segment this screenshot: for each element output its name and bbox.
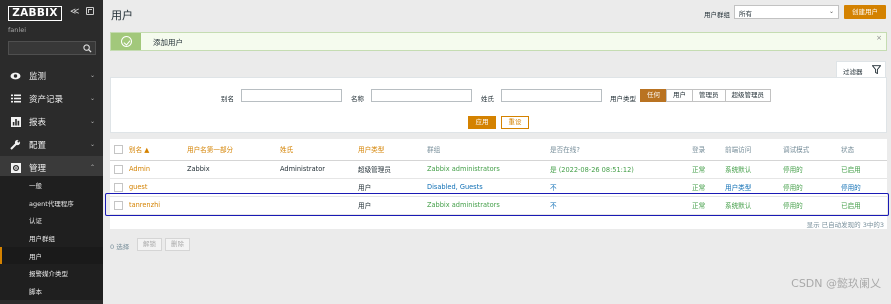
zabbix-logo[interactable]: ZABBIX — [8, 6, 62, 21]
user-status-link[interactable]: 已启用 — [841, 160, 887, 178]
sidebar-header: ZABBIX ≪ — [0, 0, 103, 25]
user-alias-link[interactable]: Admin — [129, 160, 187, 178]
success-message: 添加用户 × — [110, 32, 887, 51]
delete-button[interactable]: 删除 — [165, 238, 190, 251]
name-filter-label: 名称 — [351, 95, 364, 103]
user-name-cell: Zabbix — [187, 165, 210, 173]
wrench-icon — [10, 139, 21, 150]
menu-label: 报表 — [29, 117, 47, 128]
main-content: 用户 用户群组 所有 ⌄ 创建用户 添加用户 × 过滤器 别名 名称 姓氏 用户… — [103, 0, 891, 304]
table-row: Admin Zabbix Administrator 超级管理员 Zabbix … — [110, 160, 887, 178]
sidebar-search-input[interactable] — [8, 41, 96, 55]
page-title: 用户 — [111, 9, 133, 22]
collapse-sidebar-icon[interactable]: ≪ — [70, 7, 79, 17]
user-type-option-any[interactable]: 任何 — [640, 89, 667, 102]
chevron-down-icon: ⌄ — [828, 8, 834, 15]
submenu-item-scripts[interactable]: 脚本 — [0, 282, 103, 300]
name-filter-input[interactable] — [371, 89, 472, 102]
user-type-filter-label: 用户类型 — [610, 95, 636, 103]
success-icon-box — [111, 33, 141, 50]
submenu-item-media-types[interactable]: 报警媒介类型 — [0, 264, 103, 282]
column-header-debug-mode: 调试模式 — [783, 139, 841, 161]
submenu-item-user-groups[interactable]: 用户群组 — [0, 229, 103, 247]
main-menu: 监测 ⌄ 资产记录 ⌄ 报表 ⌄ 配置 ⌄ 管理 ⌃ — [0, 64, 103, 179]
user-group-label: 用户群组 — [704, 11, 730, 19]
menu-label: 监测 — [29, 71, 47, 82]
table-record-count: 显示 已自动发现的 3中的3 — [806, 221, 884, 229]
apply-button[interactable]: 应用 — [468, 116, 496, 129]
column-header-user-type[interactable]: 用户类型 — [358, 139, 427, 161]
eye-icon — [10, 70, 21, 81]
kiosk-mode-icon[interactable] — [86, 7, 94, 15]
menu-item-reports[interactable]: 报表 ⌄ — [0, 110, 103, 133]
table-header-row: 别名 ▲ 用户名第一部分 姓氏 用户类型 群组 是否在线? 登录 前端访问 调试… — [110, 139, 887, 161]
chevron-down-icon: ⌄ — [89, 118, 95, 125]
check-circle-icon — [121, 36, 132, 47]
column-header-status: 状态 — [841, 139, 887, 161]
chevron-down-icon: ⌄ — [89, 72, 95, 79]
column-header-name[interactable]: 用户名第一部分 — [187, 139, 280, 161]
user-type-segmented-control: 任何 用户 管理员 超级管理员 — [640, 89, 771, 102]
chevron-down-icon: ⌄ — [89, 141, 95, 148]
column-header-frontend-access: 前端访问 — [725, 139, 783, 161]
row-checkbox-cell — [110, 160, 129, 178]
filter-panel: 别名 名称 姓氏 用户类型 任何 用户 管理员 超级管理员 应用 重设 — [110, 77, 887, 133]
alias-filter-input[interactable] — [241, 89, 342, 102]
chevron-up-icon: ⌃ — [89, 164, 95, 171]
submenu-item-authentication[interactable]: 认证 — [0, 211, 103, 229]
user-login-cell: 正常 — [692, 166, 706, 174]
unblock-button[interactable]: 解锁 — [137, 238, 162, 251]
row-checkbox[interactable] — [114, 182, 123, 192]
create-user-button[interactable]: 创建用户 — [844, 5, 886, 19]
menu-label: 管理 — [29, 163, 47, 174]
alias-filter-label: 别名 — [221, 95, 234, 103]
submenu-item-proxies[interactable]: agent代理程序 — [0, 194, 103, 212]
selected-count: 0 选择 — [110, 243, 130, 251]
highlighted-row-outline — [105, 193, 889, 216]
column-header-groups: 群组 — [427, 139, 550, 161]
submenu-item-general[interactable]: 一般 — [0, 176, 103, 194]
list-icon — [10, 93, 21, 104]
surname-filter-label: 姓氏 — [481, 95, 494, 103]
chevron-down-icon: ⌄ — [89, 95, 95, 102]
user-group-select[interactable]: 所有 ⌄ — [734, 5, 839, 19]
select-all-cell — [110, 139, 129, 161]
column-header-surname[interactable]: 姓氏 — [280, 139, 358, 161]
close-icon[interactable]: × — [876, 34, 882, 42]
watermark: CSDN @懿玖阑乂 — [791, 277, 881, 290]
menu-item-configuration[interactable]: 配置 ⌄ — [0, 133, 103, 156]
filter-tab-label: 过滤器 — [843, 68, 863, 76]
column-header-login: 登录 — [692, 139, 725, 161]
filter-icon — [872, 65, 881, 74]
column-header-online: 是否在线? — [550, 139, 692, 161]
column-header-alias[interactable]: 别名 ▲ — [129, 139, 187, 161]
reset-button[interactable]: 重设 — [501, 116, 529, 129]
user-groups-link[interactable]: Zabbix administrators — [427, 160, 550, 178]
administration-submenu: 一般 agent代理程序 认证 用户群组 用户 报警媒介类型 脚本 — [0, 176, 103, 300]
user-group-select-value: 所有 — [739, 10, 752, 18]
sidebar-username: fanlei — [8, 26, 27, 34]
user-online-cell: 是 (2022-08-26 08:51:12) — [550, 166, 634, 174]
user-surname-cell: Administrator — [280, 165, 325, 173]
select-all-checkbox[interactable] — [114, 144, 123, 154]
search-icon[interactable] — [83, 44, 92, 53]
submenu-item-users[interactable]: 用户 — [0, 246, 103, 265]
menu-item-monitoring[interactable]: 监测 ⌄ — [0, 64, 103, 87]
surname-filter-input[interactable] — [501, 89, 602, 102]
user-type-cell: 超级管理员 — [358, 166, 391, 174]
user-type-option-super-admin[interactable]: 超级管理员 — [724, 89, 771, 102]
gear-icon — [10, 162, 21, 173]
user-type-option-user[interactable]: 用户 — [666, 89, 693, 102]
user-debug-mode-cell: 停用的 — [783, 166, 803, 174]
menu-item-inventory[interactable]: 资产记录 ⌄ — [0, 87, 103, 110]
user-type-option-admin[interactable]: 管理员 — [692, 89, 726, 102]
row-checkbox[interactable] — [114, 164, 123, 174]
menu-label: 配置 — [29, 140, 47, 151]
filter-tab[interactable]: 过滤器 — [836, 61, 886, 78]
bar-chart-icon — [10, 116, 21, 127]
user-frontend-access-cell: 系统默认 — [725, 166, 752, 174]
sidebar: ZABBIX ≪ fanlei 监测 ⌄ 资产记录 ⌄ 报表 ⌄ 配置 ⌄ 管理… — [0, 0, 103, 304]
success-message-text: 添加用户 — [153, 38, 183, 47]
menu-label: 资产记录 — [29, 94, 64, 105]
